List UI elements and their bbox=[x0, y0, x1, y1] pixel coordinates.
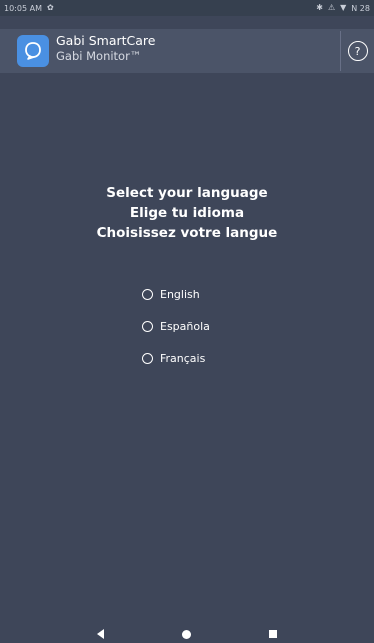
app-subtitle: Gabi Monitor™ bbox=[56, 48, 142, 63]
prompt-french: Choisissez votre langue bbox=[96, 225, 278, 241]
screen: 10:05 AM ✿ ✱ ⚠ ▼ N 28 Gabi SmartCare Gab… bbox=[0, 0, 374, 643]
gabi-logo-icon bbox=[17, 35, 49, 67]
status-left: 10:05 AM ✿ bbox=[4, 4, 54, 13]
status-bar: 10:05 AM ✿ ✱ ⚠ ▼ N 28 bbox=[0, 0, 374, 16]
help-button[interactable]: ? bbox=[340, 31, 374, 71]
back-icon[interactable] bbox=[97, 629, 104, 639]
settings-gear-icon: ✿ bbox=[46, 3, 54, 12]
radio-unselected-icon[interactable] bbox=[142, 320, 153, 332]
prompt-english: Select your language bbox=[106, 185, 268, 201]
system-nav-bar bbox=[0, 625, 374, 643]
status-time: 10:05 AM bbox=[4, 3, 42, 13]
prompt-spanish: Elige tu idioma bbox=[129, 205, 245, 221]
status-right: ✱ ⚠ ▼ N 28 bbox=[316, 4, 370, 13]
language-option-english[interactable]: English bbox=[142, 286, 210, 302]
alert-icon: ⚠ bbox=[327, 3, 336, 12]
language-label: English bbox=[160, 287, 200, 301]
recent-apps-icon[interactable] bbox=[269, 630, 277, 638]
bluetooth-icon: ✱ bbox=[316, 3, 323, 12]
radio-unselected-icon[interactable] bbox=[142, 288, 153, 300]
gabi-logo-glyph-icon bbox=[25, 42, 41, 60]
wifi-icon: ▼ bbox=[340, 3, 347, 12]
home-icon[interactable] bbox=[182, 629, 191, 639]
app-bar: Gabi SmartCare Gabi Monitor™ ? bbox=[0, 29, 374, 73]
help-symbol: ? bbox=[354, 44, 361, 58]
radio-unselected-icon[interactable] bbox=[142, 352, 153, 364]
language-option-spanish[interactable]: Española bbox=[142, 318, 210, 334]
help-icon: ? bbox=[347, 41, 368, 61]
language-option-french[interactable]: Français bbox=[142, 350, 210, 366]
language-prompt: Select your language Elige tu idioma Cho… bbox=[0, 183, 374, 243]
battery-text: N 28 bbox=[351, 3, 370, 13]
app-title: Gabi SmartCare bbox=[56, 33, 156, 48]
language-options: English Española Français bbox=[142, 286, 210, 382]
language-label: Français bbox=[160, 351, 206, 365]
language-label: Española bbox=[160, 319, 210, 333]
app-titles: Gabi SmartCare Gabi Monitor™ bbox=[56, 34, 155, 62]
